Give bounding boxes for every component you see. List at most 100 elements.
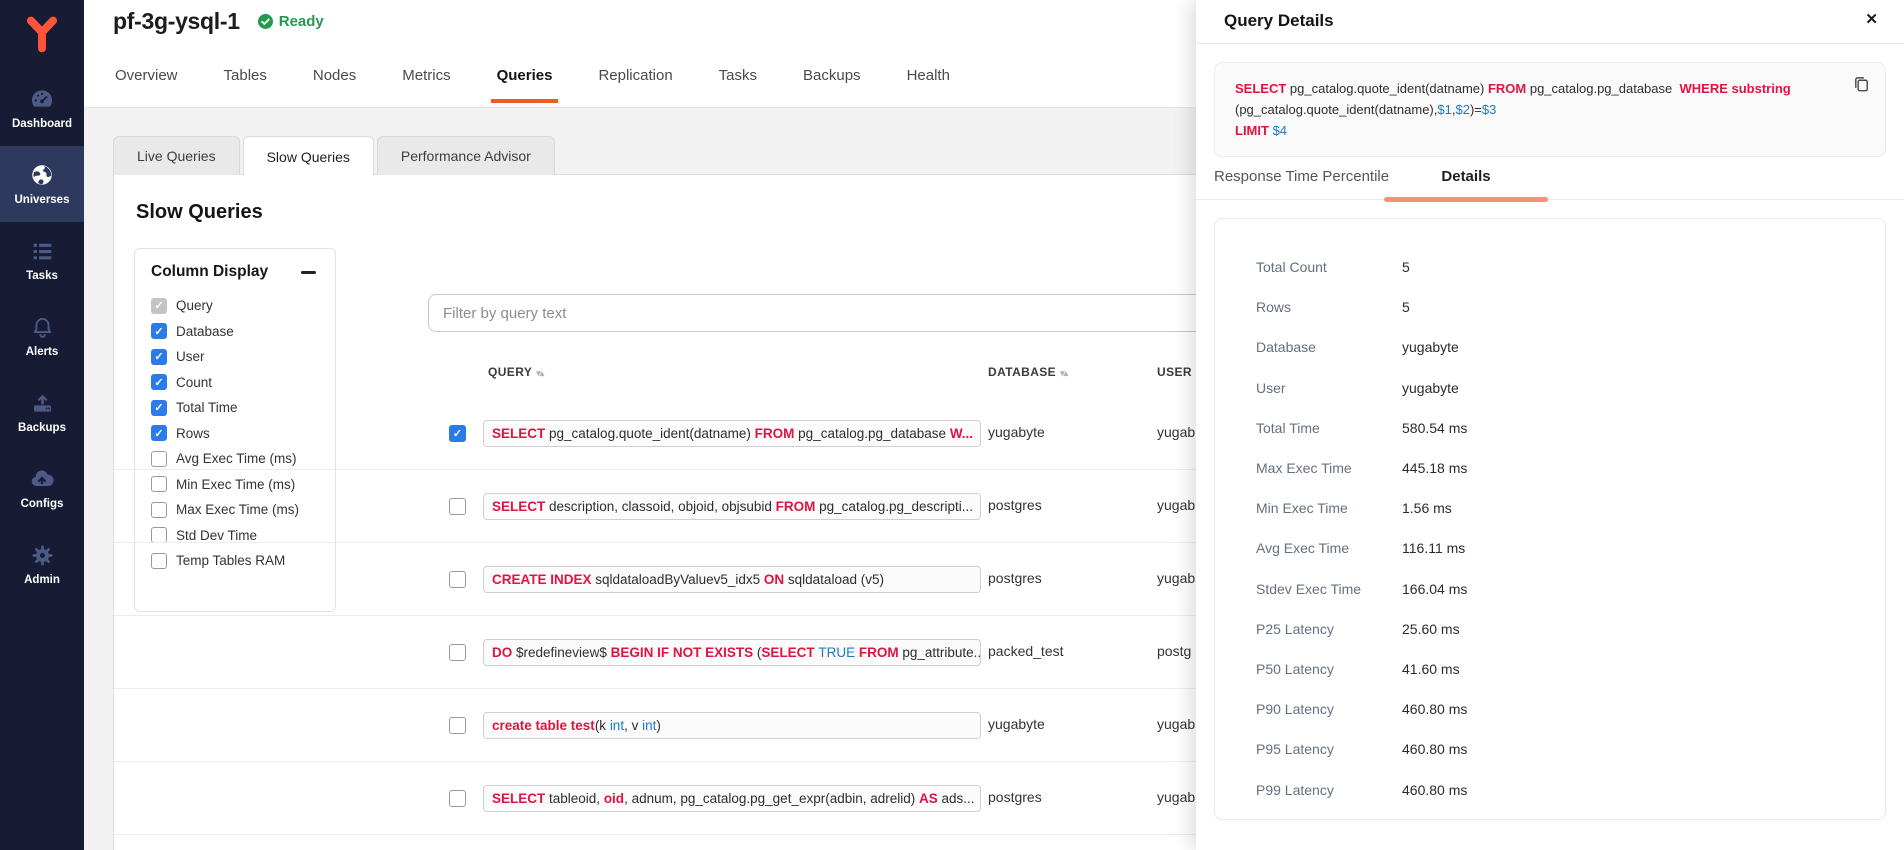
column-display-option-query: Query [151,293,319,319]
detail-value: 460.80 ms [1402,782,1467,798]
backups-icon [30,391,55,416]
row-checkbox[interactable] [449,425,466,442]
query-filter-input[interactable] [428,294,1312,332]
sidebar-item-universes[interactable]: Universes [0,146,84,222]
detail-label: Min Exec Time [1256,500,1402,516]
query-cell[interactable]: CREATE INDEX sqldataloadByValuev5_idx5 O… [483,566,981,593]
checkbox-label: Query [176,298,213,313]
app-root: { "sidebar": { "items": [ { "label": "Da… [0,0,1904,850]
tab-nodes[interactable]: Nodes [311,61,358,107]
status-badge: Ready [258,13,324,30]
checkbox[interactable] [151,349,167,365]
sidebar-item-label: Dashboard [12,118,72,130]
detail-row-avg-exec-time: Avg Exec Time116.11 ms [1215,528,1885,568]
detail-value: 5 [1402,299,1410,315]
copy-icon[interactable] [1852,75,1871,97]
user-cell: yugab [1157,497,1195,513]
checkbox-label: Database [176,324,234,339]
sort-icons[interactable]: ▾▴ [536,368,543,378]
yugabyte-logo-icon [22,14,62,56]
row-checkbox[interactable] [449,717,466,734]
query-cell[interactable]: DO $redefineview$ BEGIN IF NOT EXISTS (S… [483,639,981,666]
database-cell: yugabyte [988,716,1045,732]
sidebar-item-label: Configs [21,498,64,510]
checkbox[interactable] [151,323,167,339]
detail-row-p25-latency: P25 Latency25.60 ms [1215,609,1885,649]
database-cell: postgres [988,497,1042,513]
details-title: Query Details [1224,11,1334,31]
query-cell[interactable]: SELECT description, classoid, objoid, ob… [483,493,981,520]
detail-row-user: Useryugabyte [1215,368,1885,408]
query-cell[interactable]: SELECT pg_catalog.quote_ident(datname) F… [483,420,981,447]
detail-value: 1.56 ms [1402,500,1452,516]
database-cell: packed_test [988,643,1064,659]
query-cell[interactable]: create table test(k int, v int) [483,712,981,739]
tab-health[interactable]: Health [905,61,952,107]
tab-metrics[interactable]: Metrics [400,61,452,107]
detail-label: Stdev Exec Time [1256,581,1402,597]
sidebar-item-alerts[interactable]: Alerts [0,298,84,374]
active-tab-underline [1384,197,1548,202]
sidebar-item-configs[interactable]: Configs [0,450,84,526]
user-cell: yugab [1157,424,1195,440]
tab-queries[interactable]: Queries [495,61,555,107]
column-header-database[interactable]: DATABASE▾▴ [988,365,1067,379]
sidebar-item-label: Tasks [26,270,58,282]
configs-icon [29,466,55,492]
subtab-live-queries[interactable]: Live Queries [113,136,240,175]
tab-tasks[interactable]: Tasks [717,61,759,107]
checkbox-label: User [176,349,205,364]
tab-backups[interactable]: Backups [801,61,863,107]
detail-row-database: Databaseyugabyte [1215,327,1885,367]
sql-line: LIMIT $4 [1235,120,1837,141]
detail-row-max-exec-time: Max Exec Time445.18 ms [1215,448,1885,488]
detail-value: 460.80 ms [1402,741,1467,757]
detail-value: yugabyte [1402,380,1459,396]
detail-row-rows: Rows5 [1215,287,1885,327]
sidebar-item-backups[interactable]: Backups [0,374,84,450]
detail-row-p90-latency: P90 Latency460.80 ms [1215,689,1885,729]
sidebar-item-label: Backups [18,422,66,434]
dashboard-icon [29,86,55,112]
yugabyte-logo[interactable] [0,0,84,70]
row-checkbox[interactable] [449,790,466,807]
sql-statement: SELECT pg_catalog.quote_ident(datname) F… [1235,78,1837,141]
database-cell: postgres [988,570,1042,586]
detail-value: 116.11 ms [1402,540,1465,556]
sidebar-item-tasks[interactable]: Tasks [0,222,84,298]
row-checkbox[interactable] [449,571,466,588]
tab-details[interactable]: Details [1384,168,1548,185]
database-cell: postgres [988,789,1042,805]
sidebar-item-label: Admin [24,574,60,586]
sidebar-item-dashboard[interactable]: Dashboard [0,70,84,146]
tab-response-time-percentile[interactable]: Response Time Percentile [1214,168,1389,185]
user-cell: yugab [1157,789,1195,805]
subtab-slow-queries[interactable]: Slow Queries [243,136,374,176]
sort-icons[interactable]: ▾▴ [1060,368,1067,378]
detail-value: yugabyte [1402,339,1459,355]
details-tabs: Response Time Percentile Details [1196,156,1904,200]
tab-tables[interactable]: Tables [222,61,269,107]
collapse-minus-icon[interactable] [301,263,319,281]
universe-tabs: Overview Tables Nodes Metrics Queries Replica… [113,61,952,107]
detail-row-stdev-exec-time: Stdev Exec Time166.04 ms [1215,569,1885,609]
detail-value: 41.60 ms [1402,661,1460,677]
subtab-performance-advisor[interactable]: Performance Advisor [377,136,555,175]
sidebar: Dashboard Universes Tasks Alerts Backups Conf… [0,0,84,850]
check-circle-icon [258,14,273,29]
query-cell[interactable]: SELECT tableoid, oid, adnum, pg_catalog.… [483,785,981,812]
user-cell: postg [1157,643,1191,659]
sidebar-item-admin[interactable]: Admin [0,526,84,602]
close-icon[interactable]: ✕ [1865,10,1878,28]
detail-label: P25 Latency [1256,621,1402,637]
column-header-query[interactable]: QUERY▾▴ [488,365,543,379]
tab-overview[interactable]: Overview [113,61,180,107]
tab-replication[interactable]: Replication [596,61,674,107]
detail-label: Max Exec Time [1256,460,1402,476]
row-checkbox[interactable] [449,644,466,661]
admin-icon [30,543,55,568]
detail-row-min-exec-time: Min Exec Time1.56 ms [1215,488,1885,528]
column-header-user[interactable]: USER [1157,365,1192,379]
row-checkbox[interactable] [449,498,466,515]
detail-label: Total Count [1256,259,1402,275]
